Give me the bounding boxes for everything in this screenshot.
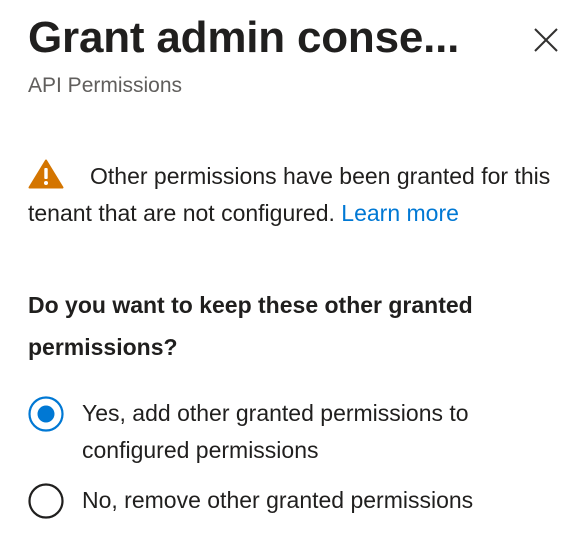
panel-title: Grant admin conse...	[28, 13, 460, 62]
warning-message: Other permissions have been granted for …	[28, 158, 573, 232]
grant-admin-consent-panel: Grant admin conse... API Permissions Oth…	[0, 0, 588, 552]
warning-triangle-icon	[28, 159, 64, 189]
radio-option-yes[interactable]: Yes, add other granted permissions to co…	[28, 395, 552, 469]
warning-text: Other permissions have been granted for …	[28, 163, 551, 226]
radio-button-unselected[interactable]	[28, 483, 64, 519]
close-icon	[534, 28, 558, 52]
radio-option-no-label: No, remove other granted permissions	[82, 487, 474, 513]
learn-more-link[interactable]: Learn more	[341, 200, 459, 226]
panel-subtitle: API Permissions	[28, 74, 183, 97]
close-button[interactable]	[528, 22, 564, 58]
radio-option-yes-label: Yes, add other granted permissions to co…	[82, 400, 469, 463]
keep-permissions-question: Do you want to keep these other granted …	[28, 292, 473, 360]
radio-button-selected[interactable]	[28, 396, 64, 432]
radio-option-no[interactable]: No, remove other granted permissions	[28, 482, 552, 519]
